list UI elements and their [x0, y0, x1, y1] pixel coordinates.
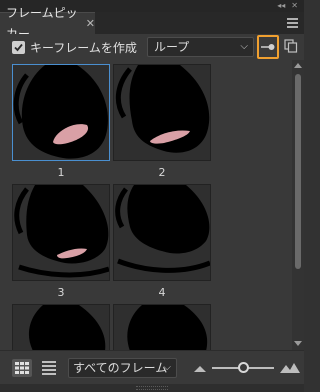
duplicate-icon[interactable]	[284, 39, 298, 53]
small-thumbnail-icon[interactable]	[194, 365, 206, 372]
frame-label: 4	[158, 286, 166, 299]
mouth-partial-image	[28, 305, 106, 350]
chevron-down-icon: ⌵	[240, 41, 248, 52]
frame-thumbnail[interactable]	[113, 64, 211, 161]
mouth-open-small-image	[14, 185, 109, 278]
pin-button[interactable]	[257, 35, 279, 59]
panel-resize-strip[interactable]	[0, 384, 304, 392]
checkmark-icon	[14, 43, 23, 52]
frame-filter-select[interactable]: すべてのフレーム ⌵	[68, 358, 177, 378]
scrollbar-thumb[interactable]	[295, 74, 301, 269]
vertical-scrollbar[interactable]	[292, 60, 304, 350]
frame-label: 2	[158, 166, 166, 179]
create-keyframe-label: キーフレームを作成	[30, 41, 137, 55]
frame-thumbnail[interactable]	[113, 184, 211, 281]
pin-icon	[261, 44, 275, 50]
frame-grid: 1 2 3 4	[0, 60, 292, 350]
panel-menu-icon[interactable]	[287, 18, 298, 28]
toolbar: キーフレームを作成 ループ ⌵	[0, 34, 304, 60]
list-view-button[interactable]	[40, 359, 58, 377]
mouth-closed-image	[115, 185, 210, 273]
resize-grip-icon[interactable]	[136, 386, 168, 390]
create-keyframe-checkbox[interactable]	[12, 41, 25, 54]
scroll-down-arrow-icon[interactable]	[294, 341, 302, 346]
frame-thumbnail[interactable]	[12, 184, 110, 281]
frame-label: 1	[57, 166, 65, 179]
mouth-partial-image	[127, 305, 208, 350]
collapse-panel-icon[interactable]: ◂◂	[277, 1, 285, 11]
close-panel-icon[interactable]: ✕	[291, 1, 298, 11]
frame-label: 3	[57, 286, 65, 299]
loop-mode-select[interactable]: ループ ⌵	[147, 37, 254, 57]
mouth-open-narrow-image	[115, 65, 210, 153]
frame-thumbnail[interactable]	[113, 304, 211, 350]
bottom-toolbar: すべてのフレーム ⌵	[0, 350, 304, 384]
panel-tab-bar: フレームピッカー ✕	[0, 6, 304, 41]
thumbnail-size-slider-knob[interactable]	[238, 362, 249, 373]
frame-thumbnail[interactable]	[12, 64, 110, 161]
frame-filter-value: すべてのフレーム	[73, 361, 168, 375]
frame-thumbnail[interactable]	[12, 304, 110, 350]
tab-frame-picker[interactable]: フレームピッカー ✕	[0, 6, 95, 41]
frame-picker-panel: キーフレームを作成 ループ ⌵ 1 2 3 4 すべてのフレーム ⌵	[0, 34, 304, 392]
loop-mode-value: ループ	[154, 40, 190, 54]
large-thumbnail-icon[interactable]	[280, 361, 300, 373]
scroll-up-arrow-icon[interactable]	[294, 63, 302, 68]
grid-view-icon	[15, 362, 29, 374]
chevron-down-icon: ⌵	[163, 362, 171, 373]
tab-close-icon[interactable]: ✕	[86, 13, 95, 34]
mouth-open-wide-image	[13, 65, 108, 159]
grid-view-button[interactable]	[12, 359, 32, 377]
